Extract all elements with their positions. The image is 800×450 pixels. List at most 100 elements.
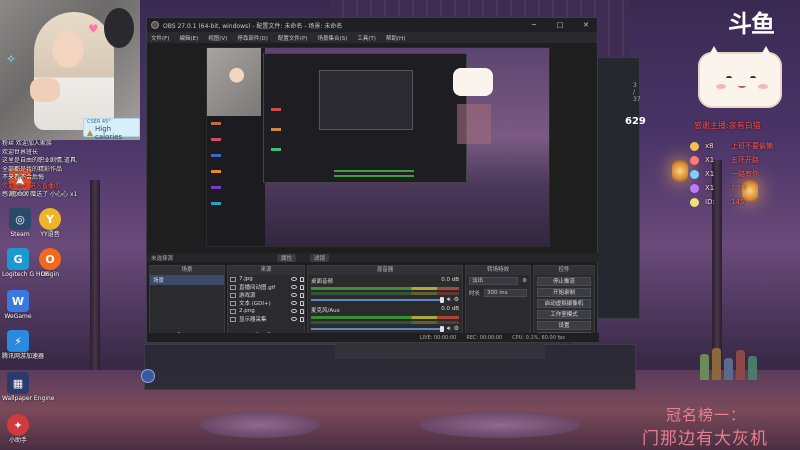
obs-tray-icon[interactable]	[141, 369, 155, 383]
preview-camera	[207, 48, 261, 116]
douyu-logo: 斗鱼	[728, 10, 775, 38]
virtual-camera-button[interactable]: 启动虚拟摄像机	[537, 299, 591, 308]
visibility-icon[interactable]	[291, 293, 297, 297]
visibility-icon[interactable]	[291, 277, 297, 281]
wallpaper-puddle	[200, 412, 320, 438]
yy-icon: Y	[39, 208, 61, 230]
menu-view[interactable]: 视图(V)	[208, 34, 227, 42]
warning-icon	[87, 130, 93, 136]
volume-slider[interactable]	[311, 296, 444, 303]
window-title: OBS 27.0.1 (64-bit, windows) - 配置文件: 未命名…	[163, 22, 343, 30]
menu-help[interactable]: 帮助(H)	[386, 34, 405, 42]
gift-icon	[690, 183, 699, 193]
transitions-dock: 转场特效 淡出 ⚙ 时长 300 ms	[465, 265, 531, 343]
steam-icon: ◎	[9, 208, 31, 230]
source-item[interactable]: 游戏源	[228, 291, 304, 299]
streamer-hand	[30, 78, 60, 102]
streamer-figure	[34, 12, 114, 130]
cpu-status: CPU: 0.1%, 60.00 fps	[512, 334, 565, 341]
desktop-icon-4[interactable]: G Logitech G HUB	[2, 248, 49, 278]
menu-edit[interactable]: 编辑(E)	[179, 34, 198, 42]
lock-icon[interactable]	[300, 292, 304, 298]
channel-settings-icon[interactable]: ⚙	[454, 296, 459, 303]
volume-slider[interactable]	[311, 325, 444, 332]
accelerator-icon: ⚡	[7, 330, 29, 352]
media-source-icon	[230, 284, 236, 290]
desktop-icon-5[interactable]: O Origin	[34, 248, 66, 278]
visibility-icon[interactable]	[291, 309, 297, 313]
chat-line: 感谢 XXX 赠送了 小心心 x1	[2, 191, 78, 198]
close-button[interactable]: ✕	[575, 18, 597, 32]
wallpaper-icon: ▦	[7, 372, 29, 394]
gift-rank-item: x8 上班不要偷懒	[690, 139, 773, 153]
duration-input[interactable]: 300 ms	[484, 289, 527, 297]
minimize-button[interactable]: ─	[523, 18, 545, 32]
transition-select[interactable]: 淡出	[469, 277, 519, 285]
lock-icon[interactable]	[300, 300, 304, 306]
source-item[interactable]: 直播间动图.gif	[228, 283, 304, 291]
transition-settings-icon[interactable]: ⚙	[522, 278, 527, 284]
scenes-dock: 场景 场景 + − ⌃ ⌄	[149, 265, 225, 343]
visibility-icon[interactable]	[291, 301, 297, 305]
obs-window[interactable]: OBS 27.0.1 (64-bit, windows) - 配置文件: 未命名…	[146, 17, 599, 343]
menu-file[interactable]: 文件(F)	[151, 34, 169, 42]
gift-rank-item: X1 五环开路	[690, 153, 773, 167]
status-bar: LIVE: 00:00:00 REC: 00:00:00 CPU: 0.1%, …	[147, 333, 599, 342]
preview-nested-window-2	[319, 70, 413, 130]
douyu-companion-window[interactable]: 3 / 37 629	[594, 57, 646, 319]
menu-profile[interactable]: 配置文件(P)	[278, 34, 308, 42]
menu-scene-collection[interactable]: 场景集合(S)	[317, 34, 347, 42]
bottle-icon	[736, 350, 745, 380]
volume-knob[interactable]	[439, 296, 444, 303]
lock-icon[interactable]	[300, 308, 304, 314]
filters-button[interactable]: 滤镜	[310, 253, 330, 262]
game-source-icon	[230, 292, 236, 298]
obs-titlebar[interactable]: OBS 27.0.1 (64-bit, windows) - 配置文件: 未命名…	[147, 18, 597, 32]
volume-meter	[311, 321, 459, 324]
source-item[interactable]: 显示器采集	[228, 315, 304, 323]
speaker-icon[interactable]: 🔊︎	[447, 296, 451, 304]
source-toolbar: 未选择源 属性 滤镜	[147, 253, 599, 262]
maximize-button[interactable]: □	[549, 18, 571, 32]
gift-icon	[690, 169, 699, 179]
visibility-icon[interactable]	[291, 285, 297, 289]
image-source-icon	[230, 308, 236, 314]
stop-streaming-button[interactable]: 停止推流	[537, 277, 591, 286]
desktop-icon-7[interactable]: ⚡ 腾讯网游加速器	[2, 330, 44, 360]
chat-overlay: 粉丝 欢迎加入家族 欢迎世界班长 这里是自由的职业剧情,道具, 全部都是我的精彩…	[2, 140, 124, 200]
visibility-icon[interactable]	[291, 317, 297, 321]
rec-status: REC: 00:00:00	[466, 334, 503, 341]
source-item[interactable]: 2.png	[228, 307, 304, 315]
menu-tools[interactable]: 工具(T)	[357, 34, 376, 42]
image-source-icon	[230, 276, 236, 282]
source-item[interactable]: 7.jpg	[228, 275, 304, 283]
speaker-icon[interactable]: 🔊︎	[447, 325, 451, 333]
preview-canvas[interactable]	[206, 47, 550, 247]
properties-button[interactable]: 属性	[277, 253, 297, 262]
obs-app-icon	[151, 21, 159, 29]
lock-icon[interactable]	[300, 316, 304, 322]
lantern-icon	[672, 160, 688, 182]
heart-icon: ♥	[88, 22, 99, 36]
desktop-icon-2[interactable]: ◎ Steam	[4, 208, 36, 238]
channel-settings-icon[interactable]: ⚙	[454, 325, 459, 332]
desktop-icon-3[interactable]: Y YY语音	[34, 208, 66, 238]
studio-mode-button[interactable]: 工作室模式	[537, 310, 591, 319]
volume-meter	[311, 287, 459, 290]
volume-meter	[311, 292, 459, 295]
scene-item[interactable]: 场景	[150, 275, 224, 285]
gift-rank-item: X1? ? ?	[690, 181, 773, 195]
start-recording-button[interactable]: 开始录制	[537, 288, 591, 297]
desktop-icon-6[interactable]: W WeGame	[2, 290, 34, 320]
chat-line: 不来看不会后悔	[2, 174, 45, 181]
settings-button[interactable]: 设置	[537, 321, 591, 330]
desktop-icon-8[interactable]: ▦ Wallpaper Engine	[2, 372, 54, 402]
lock-icon[interactable]	[300, 284, 304, 290]
menu-docks[interactable]: 停靠部件(D)	[237, 34, 268, 42]
volume-meter	[311, 316, 459, 319]
volume-knob[interactable]	[439, 325, 444, 332]
lock-icon[interactable]	[300, 276, 304, 282]
desktop-icon-9[interactable]: ✦ 小助手	[2, 414, 34, 444]
background-window-bar	[335, 343, 545, 359]
source-item[interactable]: 文本 (GDI+)	[228, 299, 304, 307]
